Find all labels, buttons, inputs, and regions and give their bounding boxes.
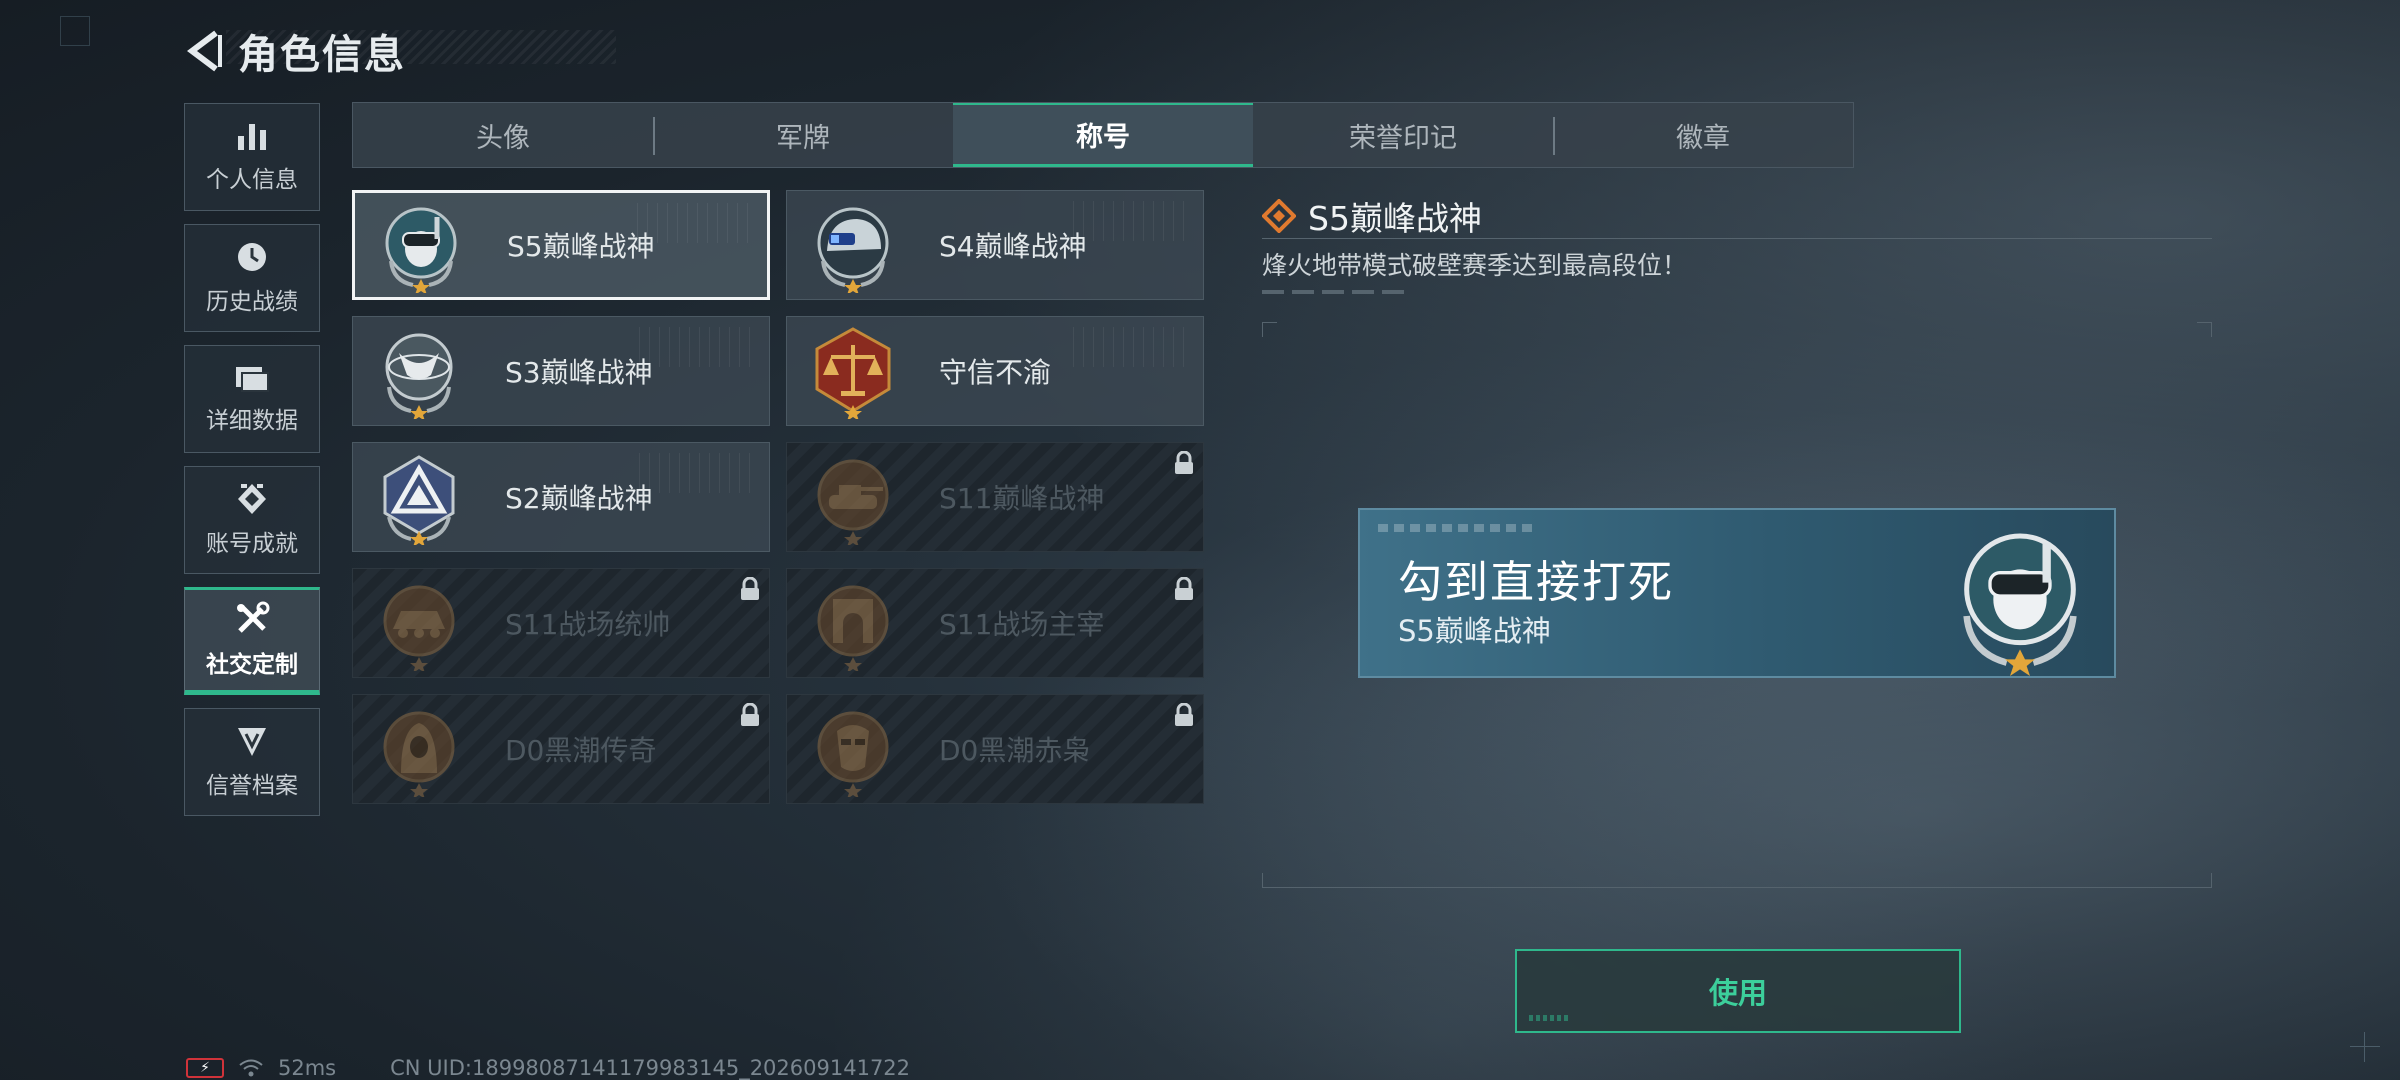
tab-avatar[interactable]: 头像 [353, 103, 653, 167]
decor-lines [1073, 327, 1193, 367]
title-name: S4巅峰战神 [939, 230, 1087, 263]
scales-medal-icon [815, 327, 891, 419]
reputation-icon [238, 728, 266, 756]
sidebar-item-reputation[interactable]: 信誉档案 [184, 708, 320, 816]
lock-icon [1175, 703, 1193, 726]
diver-skull-medal-icon [385, 207, 457, 293]
back-arrow-icon [187, 30, 222, 72]
tab-title[interactable]: 称号 [953, 103, 1253, 167]
sidebar-item-profile[interactable]: 个人信息 [184, 103, 320, 211]
sidebar-item-history[interactable]: 历史战绩 [184, 224, 320, 332]
title-card[interactable]: S4巅峰战神 [786, 190, 1204, 300]
title-card[interactable]: S11战场统帅 [352, 568, 770, 678]
crosshair-mark [2350, 1032, 2380, 1062]
lock-icon [1175, 451, 1193, 474]
title-name: S5巅峰战神 [507, 230, 655, 263]
sidebar-item-stats[interactable]: 详细数据 [184, 345, 320, 453]
sidebar-item-social[interactable]: 社交定制 [184, 587, 320, 695]
title-card[interactable]: S3巅峰战神 [352, 316, 770, 426]
detail-description: 烽火地带模式破壁赛季达到最高段位！ [1262, 251, 1688, 280]
battery-icon: ⚡ [186, 1058, 224, 1078]
wifi-icon [239, 1059, 263, 1077]
title-card[interactable]: D0黑潮赤枭 [786, 694, 1204, 804]
title-name: 守信不渝 [939, 356, 1052, 389]
title-grid: S5巅峰战神 S4巅峰战神 S3巅峰战神 守信不渝 S2巅峰战神 S11巅峰战神… [352, 190, 1204, 804]
status-bar: ⚡ 52ms CN UID:18998087141179983145_20260… [186, 1056, 910, 1080]
sidebar-item-label: 详细数据 [206, 408, 298, 434]
use-button[interactable]: 使用 [1515, 949, 1961, 1033]
page-title: 角色信息 [238, 32, 406, 78]
tab-bar: 头像 军牌 称号 荣誉印记 徽章 [352, 102, 1854, 168]
sidebar: 个人信息 历史战绩 详细数据 账号成就 社交定制 信誉档案 [184, 103, 322, 829]
achievement-icon [238, 484, 266, 514]
bar-chart-icon [238, 124, 266, 150]
clock-icon [238, 243, 266, 271]
folder-icon [236, 367, 269, 392]
lock-icon [1175, 577, 1193, 600]
title-card[interactable]: S11巅峰战神 [786, 442, 1204, 552]
decor-lines [639, 453, 759, 493]
title-card[interactable]: 守信不渝 [786, 316, 1204, 426]
sidebar-item-label: 历史战绩 [206, 289, 298, 315]
title-card[interactable]: S11战场主宰 [786, 568, 1204, 678]
tank-medal-icon [817, 459, 889, 545]
decor-bar [1262, 290, 1412, 294]
hooded-figure-medal-icon [383, 711, 455, 797]
tab-badges[interactable]: 徽章 [1553, 103, 1853, 167]
detail-header: S5巅峰战神 [1262, 192, 1482, 240]
preview-nickname: 勾到直接打死 [1398, 557, 1674, 608]
title-card[interactable]: D0黑潮传奇 [352, 694, 770, 804]
title-name: S11战场主宰 [939, 608, 1105, 641]
uid-text: CN UID:18998087141179983145_202609141722 [390, 1056, 911, 1080]
title-card[interactable]: S5巅峰战神 [352, 190, 770, 300]
decor-lines [639, 327, 759, 367]
decor-lines [1073, 201, 1193, 241]
tab-honor-marks[interactable]: 荣誉印记 [1253, 103, 1553, 167]
title-name: S11战场统帅 [505, 608, 671, 641]
ping-value: 52ms [278, 1056, 337, 1080]
title-name: S3巅峰战神 [505, 356, 653, 389]
title-name: S11巅峰战神 [939, 482, 1105, 515]
sidebar-item-label: 信誉档案 [206, 773, 298, 799]
title-card[interactable]: S2巅峰战神 [352, 442, 770, 552]
apc-medal-icon [383, 585, 455, 671]
lock-icon [741, 703, 759, 726]
title-name: D0黑潮传奇 [505, 734, 657, 767]
sidebar-item-label: 账号成就 [206, 531, 298, 557]
divider [1262, 238, 2212, 239]
header: 角色信息 [186, 22, 406, 80]
arch-medal-icon [817, 585, 889, 671]
triangle-emblem-medal-icon [383, 455, 455, 545]
title-name: S2巅峰战神 [505, 482, 653, 515]
sidebar-item-achievements[interactable]: 账号成就 [184, 466, 320, 574]
helmet-medal-icon [817, 207, 889, 293]
title-preview-banner: 勾到直接打死 S5巅峰战神 [1358, 508, 2116, 678]
tools-icon [237, 601, 270, 633]
mask-medal-icon [817, 711, 889, 797]
lock-icon [741, 577, 759, 600]
diamond-icon [1262, 199, 1296, 233]
tab-dogtag[interactable]: 军牌 [653, 103, 953, 167]
globe-eagle-medal-icon [385, 333, 453, 419]
title-name: D0黑潮赤枭 [939, 734, 1091, 767]
detail-title: S5巅峰战神 [1308, 199, 1482, 238]
corner-mark [60, 16, 90, 46]
preview-title: S5巅峰战神 [1398, 614, 1551, 648]
sidebar-item-label: 个人信息 [206, 167, 298, 193]
decor-lines [637, 203, 757, 243]
diver-skull-medal-icon [1963, 533, 2077, 676]
back-button[interactable] [186, 27, 224, 75]
sidebar-item-label: 社交定制 [206, 652, 298, 678]
